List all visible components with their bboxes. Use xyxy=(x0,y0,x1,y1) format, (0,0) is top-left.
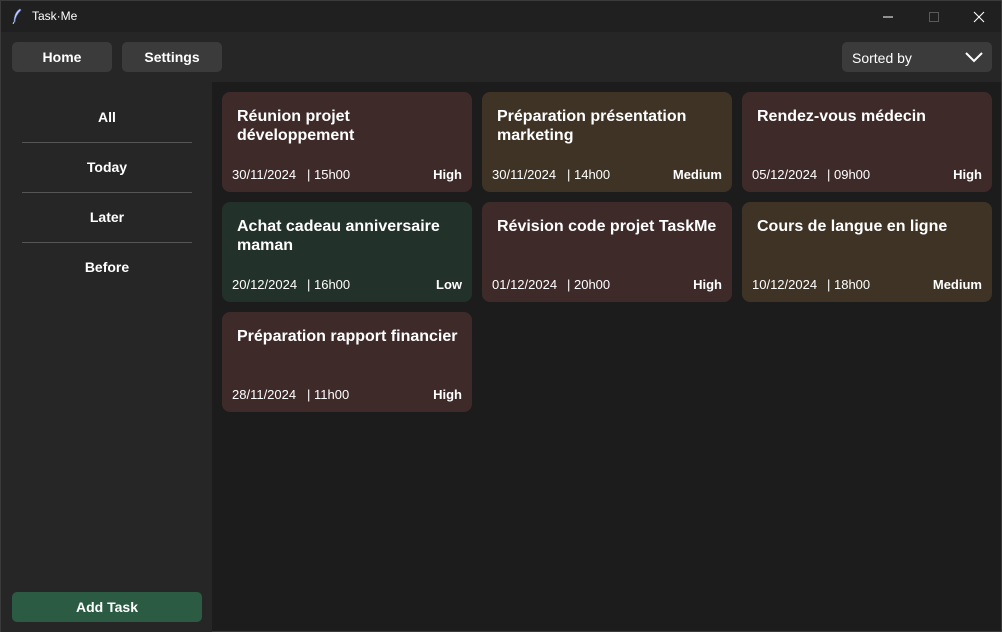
task-date: 30/11/2024 xyxy=(492,167,557,182)
close-icon xyxy=(973,11,985,22)
task-priority: High xyxy=(433,167,462,182)
task-card[interactable]: Réunion projet développement 30/11/2024 … xyxy=(222,92,472,192)
task-card[interactable]: Préparation présentation marketing 30/11… xyxy=(482,92,732,192)
minimize-icon xyxy=(883,16,893,17)
task-card[interactable]: Cours de langue en ligne 10/12/2024 | 18… xyxy=(742,202,992,302)
task-title: Réunion projet développement xyxy=(237,108,355,144)
task-title: Achat cadeau anniversaire maman xyxy=(237,218,440,254)
task-title: Rendez-vous médecin xyxy=(757,108,926,125)
task-time: | 11h00 xyxy=(307,387,350,402)
task-priority: High xyxy=(693,277,722,292)
task-title: Préparation présentation marketing xyxy=(497,108,687,144)
title-bar: Task·Me xyxy=(1,1,1001,32)
window-title: Task·Me xyxy=(32,9,78,23)
filter-before[interactable]: Before xyxy=(22,242,192,292)
task-card[interactable]: Rendez-vous médecin 05/12/2024 | 09h00 H… xyxy=(742,92,992,192)
chevron-down-icon xyxy=(965,52,983,63)
home-button[interactable]: Home xyxy=(12,42,112,72)
task-date: 30/11/2024 xyxy=(232,167,297,182)
task-title: Préparation rapport financier xyxy=(237,328,458,345)
task-time: | 14h00 xyxy=(567,167,611,182)
close-button[interactable] xyxy=(956,1,1002,32)
task-date: 01/12/2024 xyxy=(492,277,558,292)
minimize-button[interactable] xyxy=(865,1,911,32)
task-priority: Medium xyxy=(932,277,982,292)
task-time: | 09h00 xyxy=(827,167,871,182)
task-card[interactable]: Révision code projet TaskMe 01/12/2024 |… xyxy=(482,202,732,302)
task-time: | 16h00 xyxy=(307,277,351,292)
task-date: 05/12/2024 xyxy=(752,167,818,182)
task-time: | 20h00 xyxy=(567,277,611,292)
sort-dropdown[interactable]: Sorted by xyxy=(842,42,992,72)
maximize-icon xyxy=(929,11,939,22)
settings-button[interactable]: Settings xyxy=(122,42,222,72)
task-priority: Medium xyxy=(672,167,722,182)
task-title: Cours de langue en ligne xyxy=(757,218,948,235)
add-task-button[interactable]: Add Task xyxy=(12,592,202,622)
feather-icon xyxy=(12,8,22,24)
sort-label: Sorted by xyxy=(852,50,912,66)
task-priority: High xyxy=(433,387,462,402)
maximize-button[interactable] xyxy=(911,1,957,32)
task-time: | 18h00 xyxy=(827,277,871,292)
app-window: Task·Me Home Settings Sorted by All Toda… xyxy=(0,0,1002,632)
filter-all[interactable]: All xyxy=(22,92,192,142)
task-priority: Low xyxy=(436,277,462,292)
task-card[interactable]: Achat cadeau anniversaire maman 20/12/20… xyxy=(222,202,472,302)
sidebar: All Today Later Before Add Task xyxy=(1,82,212,632)
task-title: Révision code projet TaskMe xyxy=(497,218,717,235)
task-date: 20/12/2024 xyxy=(232,277,298,292)
task-card[interactable]: Préparation rapport financier 28/11/2024… xyxy=(222,312,472,412)
filter-today[interactable]: Today xyxy=(22,142,192,192)
top-nav-bar: Home Settings Sorted by xyxy=(1,32,1001,82)
filter-later[interactable]: Later xyxy=(22,192,192,242)
task-priority: High xyxy=(953,167,982,182)
task-date: 10/12/2024 xyxy=(752,277,818,292)
task-time: | 15h00 xyxy=(307,167,351,182)
task-date: 28/11/2024 xyxy=(232,387,297,402)
